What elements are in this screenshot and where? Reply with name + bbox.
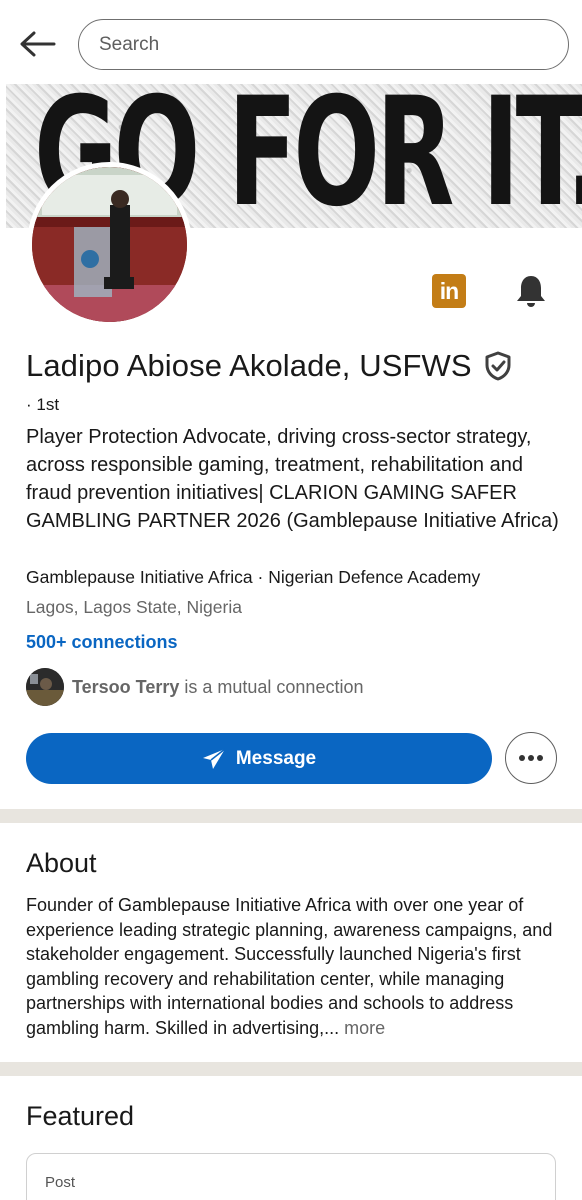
about-body: Founder of Gamblepause Initiative Africa… [26, 895, 553, 1038]
section-divider [0, 1062, 582, 1076]
mutual-avatar [26, 668, 64, 706]
about-more-link[interactable]: more [339, 1018, 385, 1038]
message-button[interactable]: Message [26, 733, 492, 784]
profile-location: Lagos, Lagos State, Nigeria [26, 597, 242, 617]
bell-icon[interactable] [512, 272, 550, 310]
arrow-left-icon [20, 31, 56, 57]
about-title: About [26, 848, 97, 878]
back-button[interactable] [16, 24, 60, 64]
send-icon [202, 747, 226, 769]
mutual-connection-text: Tersoo Terry is a mutual connection [72, 677, 363, 698]
profile-avatar[interactable] [27, 162, 192, 327]
message-label: Message [235, 747, 317, 769]
more-horizontal-icon [519, 755, 543, 761]
verified-shield-icon [485, 351, 511, 381]
profile-name: Ladipo Abiose Akolade, USFWS [26, 348, 472, 383]
mutual-connection-name[interactable]: Tersoo Terry [72, 677, 179, 697]
profile-name-row: Ladipo Abiose Akolade, USFWS [26, 348, 514, 384]
profile-photo [32, 167, 187, 322]
connections-link[interactable]: 500+ connections [26, 632, 178, 653]
post-label: Post [45, 1174, 76, 1191]
more-options-button[interactable] [505, 732, 557, 784]
featured-post-card[interactable]: Post [26, 1153, 556, 1200]
profile-headline: Player Protection Advocate, driving cros… [26, 426, 559, 532]
linkedin-icon[interactable]: in [432, 274, 466, 308]
top-bar [0, 0, 582, 84]
mutual-connection[interactable]: Tersoo Terry is a mutual connection [26, 668, 363, 706]
mutual-connection-suffix: is a mutual connection [179, 676, 364, 697]
section-divider [0, 809, 582, 823]
about-text: Founder of Gamblepause Initiative Africa… [26, 893, 561, 1040]
connection-degree: · 1st [26, 395, 60, 414]
search-input[interactable] [78, 19, 569, 70]
profile-organizations[interactable]: Gamblepause Initiative Africa · Nigerian… [26, 567, 480, 588]
featured-title: Featured [26, 1101, 135, 1131]
